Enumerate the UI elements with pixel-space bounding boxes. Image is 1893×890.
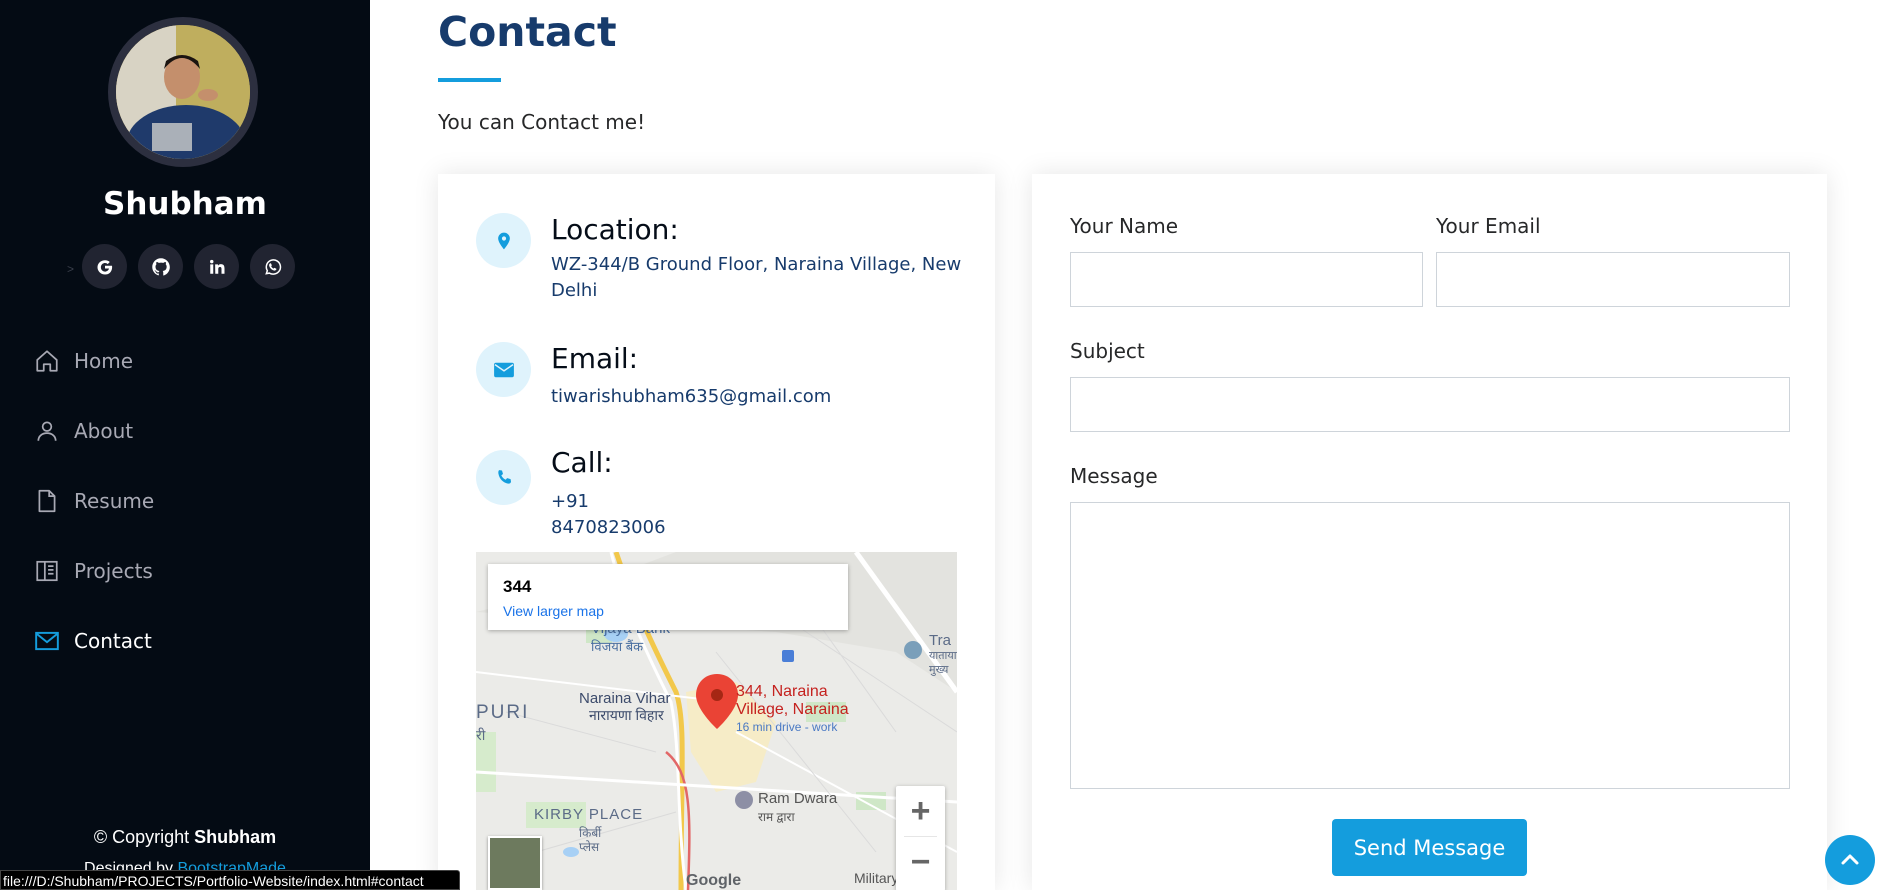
map-label: KIRBY PLACE	[534, 806, 644, 823]
view-larger-map-link[interactable]: View larger map	[503, 603, 604, 619]
linkedin-link[interactable]	[194, 244, 239, 289]
nav-item-label: Contact	[74, 629, 152, 653]
nav-item-resume[interactable]: Resume	[0, 466, 370, 536]
map-label: 344, Naraina	[736, 683, 828, 700]
nav-item-label: Resume	[74, 489, 155, 513]
copyright-name: Shubham	[194, 827, 277, 847]
map-label: Tra	[929, 632, 951, 649]
phone-icon	[476, 450, 531, 505]
map-label: री	[476, 727, 486, 743]
page-title: Contact	[438, 8, 617, 56]
embedded-map[interactable]: Vijaya Bank विजया बैंक Naraina Vihar नार…	[476, 552, 957, 890]
google-logo: Google	[686, 872, 742, 889]
map-pin-icon	[476, 213, 531, 268]
contact-section: Contact You can Contact me! Location: WZ…	[370, 0, 1893, 890]
contact-form: Your Name Your Email Subject Message Sen…	[1032, 174, 1827, 890]
sidebar-nav: Home About Resume Projects Contact	[0, 326, 370, 676]
map-label: राम द्वारा	[758, 810, 795, 824]
email-label: Your Email	[1436, 214, 1541, 238]
section-description: You can Contact me!	[438, 110, 646, 134]
map-label: PURI	[476, 702, 530, 723]
chevron-right-icon: >	[67, 262, 75, 276]
nav-item-label: About	[74, 419, 134, 443]
file-icon	[38, 489, 56, 513]
map-place-title: 344	[503, 577, 532, 596]
title-underline	[438, 78, 501, 82]
map-label: नारायणा विहार	[589, 707, 664, 723]
zoom-out-button[interactable]: −	[896, 837, 945, 887]
call-value[interactable]: +91 8470823006	[551, 489, 666, 541]
map-label: मुख्य	[929, 664, 949, 676]
subject-field[interactable]	[1070, 377, 1790, 432]
nav-item-home[interactable]: Home	[0, 326, 370, 396]
subject-label: Subject	[1070, 339, 1145, 363]
call-label: Call:	[551, 446, 613, 479]
map-zoom-controls: + −	[896, 786, 945, 890]
home-icon	[36, 350, 58, 372]
social-links: >	[67, 244, 295, 289]
linkedin-icon	[209, 259, 224, 274]
map-label: विजया बैंक	[591, 639, 644, 654]
nav-item-label: Home	[74, 349, 134, 373]
github-link[interactable]	[138, 244, 183, 289]
map-label: 16 min drive - work	[736, 720, 838, 734]
google-icon	[97, 259, 112, 274]
send-message-button[interactable]: Send Message	[1332, 819, 1527, 876]
book-icon	[36, 560, 58, 582]
chevron-up-icon	[1841, 854, 1859, 865]
nav-item-contact[interactable]: Contact	[0, 606, 370, 676]
email-field[interactable]	[1436, 252, 1790, 307]
person-icon	[37, 421, 57, 441]
nav-item-projects[interactable]: Projects	[0, 536, 370, 606]
email-label: Email:	[551, 342, 639, 375]
nav-item-label: Projects	[74, 559, 153, 583]
copyright: © Copyright Shubham	[0, 827, 370, 848]
whatsapp-link[interactable]	[250, 244, 295, 289]
satellite-toggle[interactable]	[488, 836, 542, 890]
github-icon	[151, 257, 170, 276]
map-label: यातायात	[929, 650, 957, 662]
envelope-icon	[35, 631, 59, 651]
avatar	[108, 17, 258, 167]
browser-status-bar: file:///D:/Shubham/PROJECTS/Portfolio-We…	[0, 870, 460, 890]
copyright-prefix: © Copyright	[93, 827, 195, 847]
map-label: Naraina Vihar	[579, 690, 671, 707]
message-textarea[interactable]	[1070, 502, 1790, 789]
location-label: Location:	[551, 213, 679, 246]
whatsapp-icon	[264, 258, 281, 275]
zoom-in-button[interactable]: +	[896, 786, 945, 836]
contact-info-card: Location: WZ-344/B Ground Floor, Naraina…	[438, 174, 995, 890]
map-label: Ram Dwara	[758, 790, 838, 807]
location-value: WZ-344/B Ground Floor, Naraina Village, …	[551, 254, 962, 301]
back-to-top-button[interactable]	[1825, 835, 1875, 885]
email-value[interactable]: tiwarishubham635@gmail.com	[551, 384, 831, 410]
google-link[interactable]	[82, 244, 127, 289]
profile-name: Shubham	[103, 186, 267, 222]
name-field[interactable]	[1070, 252, 1423, 307]
sidebar: Shubham > Home About Resume Projects Con…	[0, 0, 370, 890]
map-label: प्लेस	[579, 840, 600, 854]
name-label: Your Name	[1070, 214, 1179, 238]
map-label: Village, Naraina	[736, 701, 849, 718]
message-label: Message	[1070, 464, 1158, 488]
envelope-icon	[476, 342, 531, 397]
nav-item-about[interactable]: About	[0, 396, 370, 466]
map-place-card: 344 View larger map	[488, 564, 848, 630]
